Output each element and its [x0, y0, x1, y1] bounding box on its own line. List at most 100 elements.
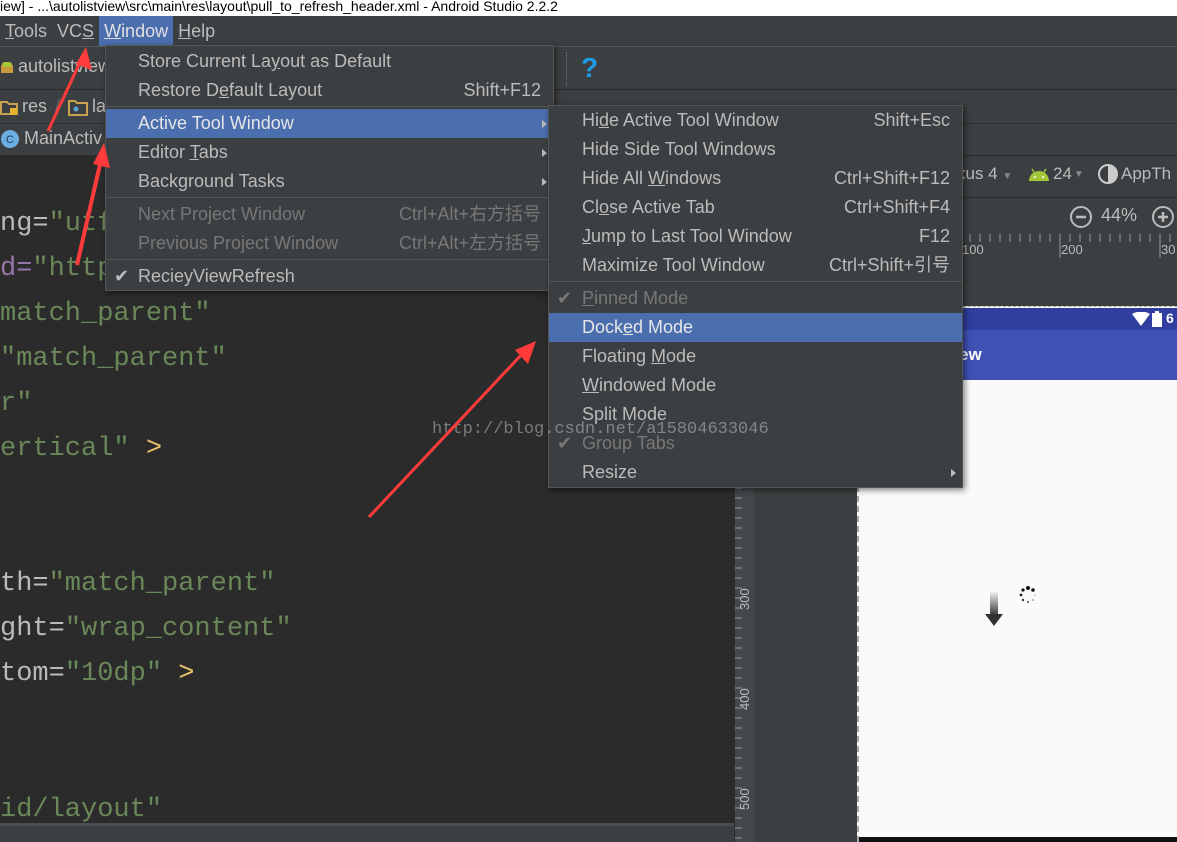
menu-item-label: Jump to Last Tool Window: [582, 226, 792, 246]
hruler-label-200: 200: [1061, 242, 1083, 257]
menu-separator: [549, 281, 962, 282]
menu-item-background-tasks[interactable]: Background Tasks: [106, 167, 553, 196]
toolbar-separator: [566, 52, 567, 86]
vruler-label-400: 400: [737, 688, 752, 710]
menu-item-shortcut: Ctrl+Shift+F4: [843, 197, 950, 217]
menu-item-hide-active-tool-window[interactable]: Hide Active Tool Window Shift+Esc: [549, 106, 962, 135]
menu-item-jump-to-last-tool-window[interactable]: Jump to Last Tool Window F12: [549, 222, 962, 251]
menu-window[interactable]: Window: [99, 16, 174, 46]
menu-item-close-active-tab[interactable]: Close Active Tab Ctrl+Shift+F4: [549, 193, 962, 222]
code-value: r": [0, 389, 33, 419]
code-value: "utf: [48, 209, 114, 239]
breadcrumb-res[interactable]: res: [22, 96, 47, 117]
java-class-icon: C: [1, 129, 19, 148]
code-tag-close: >: [129, 434, 163, 464]
menu-item-label: Floating Mode: [582, 346, 697, 366]
menu-tools[interactable]: Tools: [0, 16, 52, 46]
checkmark-icon: ✔: [114, 266, 130, 286]
run-config-selector[interactable]: autolistview: [0, 56, 111, 77]
editor-scrollbar[interactable]: [0, 823, 735, 842]
resource-folder-icon: [0, 100, 18, 115]
android-module-icon: [1, 61, 13, 73]
menu-item-split-mode[interactable]: Split Mode: [549, 400, 962, 429]
menu-item-windowed-mode[interactable]: Windowed Mode: [549, 371, 962, 400]
zoom-level: 44%: [1101, 205, 1138, 225]
menu-separator: [106, 106, 553, 107]
chevron-down-icon: ▼: [1002, 171, 1013, 182]
code-line: "match_parent": [0, 344, 227, 374]
menu-item-label: Docked Mode: [582, 317, 694, 337]
code-value: "http: [32, 254, 114, 284]
menu-item-shortcut: Ctrl+Alt+左方括号: [398, 233, 541, 253]
active-tool-window-submenu: Hide Active Tool Window Shift+Esc Hide Sid…: [548, 105, 963, 488]
submenu-arrow-icon: [951, 469, 956, 477]
menu-item-floating-mode[interactable]: Floating Mode: [549, 342, 962, 371]
menu-item-label: Background Tasks: [138, 171, 285, 191]
tab-label: MainActiv: [24, 128, 103, 148]
code-line: id/layout": [0, 795, 162, 825]
code-attribute: ght=: [0, 614, 65, 644]
menu-item-docked-mode[interactable]: Docked Mode: [549, 313, 962, 342]
menu-item-label: Close Active Tab: [582, 197, 715, 217]
help-question-icon[interactable]: ?: [581, 52, 598, 84]
code-line: match_parent": [0, 299, 211, 329]
menu-item-label: Hide Active Tool Window: [582, 110, 779, 130]
submenu-arrow-icon: [542, 149, 547, 157]
menu-item-shortcut: F12: [918, 226, 950, 246]
menu-item-editor-tabs[interactable]: Editor Tabs: [106, 138, 553, 167]
code-line: ng="utf: [0, 209, 113, 239]
menu-vcs[interactable]: VCS: [52, 16, 99, 46]
breadcrumb-layout[interactable]: la: [92, 96, 106, 117]
code-line: tom="10dp" >: [0, 659, 194, 689]
android-icon: [1029, 168, 1049, 181]
loading-spinner-icon: [1019, 586, 1036, 603]
device-frame-bottom: [859, 837, 1177, 842]
code-attribute: tom=: [0, 659, 65, 689]
menu-item-store-current-layout-as-default[interactable]: Store Current Layout as Default: [106, 47, 553, 76]
menu-item-label: Active Tool Window: [138, 113, 294, 133]
api-level-label: 24: [1053, 164, 1072, 183]
code-line: th="match_parent": [0, 569, 275, 599]
menu-item-shortcut: Ctrl+Alt+右方括号: [398, 204, 541, 224]
menu-item-resize[interactable]: Resize: [549, 458, 962, 487]
checkmark-icon: ✔: [557, 433, 573, 453]
menu-item-shortcut: Ctrl+Shift+F12: [833, 168, 950, 188]
theme-selector[interactable]: AppTh: [1097, 163, 1171, 185]
menu-item-label: Store Current Layout as Default: [138, 51, 392, 71]
menu-item-recieyviewrefresh[interactable]: ✔ RecieyViewRefresh: [106, 262, 553, 291]
zoom-in-icon[interactable]: [1151, 205, 1175, 229]
menu-separator: [106, 259, 553, 260]
menu-item-hide-all-windows[interactable]: Hide All Windows Ctrl+Shift+F12: [549, 164, 962, 193]
menu-item-previous-project-window: Previous Project Window Ctrl+Alt+左方括号: [106, 229, 553, 258]
theme-label: AppTh: [1121, 164, 1172, 183]
battery-level: 6: [1166, 310, 1174, 326]
code-line: d="http: [0, 254, 113, 284]
menu-item-shortcut: Shift+F12: [463, 80, 541, 100]
vruler-label-500: 500: [737, 788, 752, 810]
code-line: ertical" >: [0, 434, 162, 464]
submenu-arrow-icon: [542, 120, 547, 128]
api-level-selector[interactable]: 24 ▼: [1027, 164, 1084, 184]
menu-separator: [106, 197, 553, 198]
breadcrumb-separator: /: [55, 96, 61, 116]
menu-item-label: Editor Tabs: [138, 142, 228, 162]
code-attribute: d=: [0, 254, 33, 284]
code-line: r": [0, 389, 32, 419]
menu-item-active-tool-window[interactable]: Active Tool Window: [106, 109, 553, 138]
menu-item-pinned-mode: ✔ Pinned Mode: [549, 284, 962, 313]
code-value: "10dp": [64, 659, 163, 689]
menu-item-restore-default-layout[interactable]: Restore Default Layout Shift+F12: [106, 76, 553, 105]
layout-folder-icon: [68, 99, 89, 116]
menu-item-maximize-tool-window[interactable]: Maximize Tool Window Ctrl+Shift+引号: [549, 251, 962, 280]
tab-mainactivity[interactable]: C MainActiv: [0, 128, 102, 149]
menu-item-label: RecieyViewRefresh: [138, 266, 295, 286]
pull-arrow-icon: [985, 592, 1003, 626]
menu-item-hide-side-tool-windows[interactable]: Hide Side Tool Windows: [549, 135, 962, 164]
run-config-label: autolistview: [18, 56, 112, 76]
menu-help[interactable]: Help: [173, 16, 220, 46]
device-selector[interactable]: xus 4 ▼: [957, 164, 1012, 184]
window-title: iew] - ...\autolistview\src\main\res\lay…: [0, 0, 558, 14]
menu-item-label: Maximize Tool Window: [582, 255, 765, 275]
zoom-out-icon[interactable]: [1069, 205, 1093, 229]
menu-item-label: Hide All Windows: [582, 168, 722, 188]
